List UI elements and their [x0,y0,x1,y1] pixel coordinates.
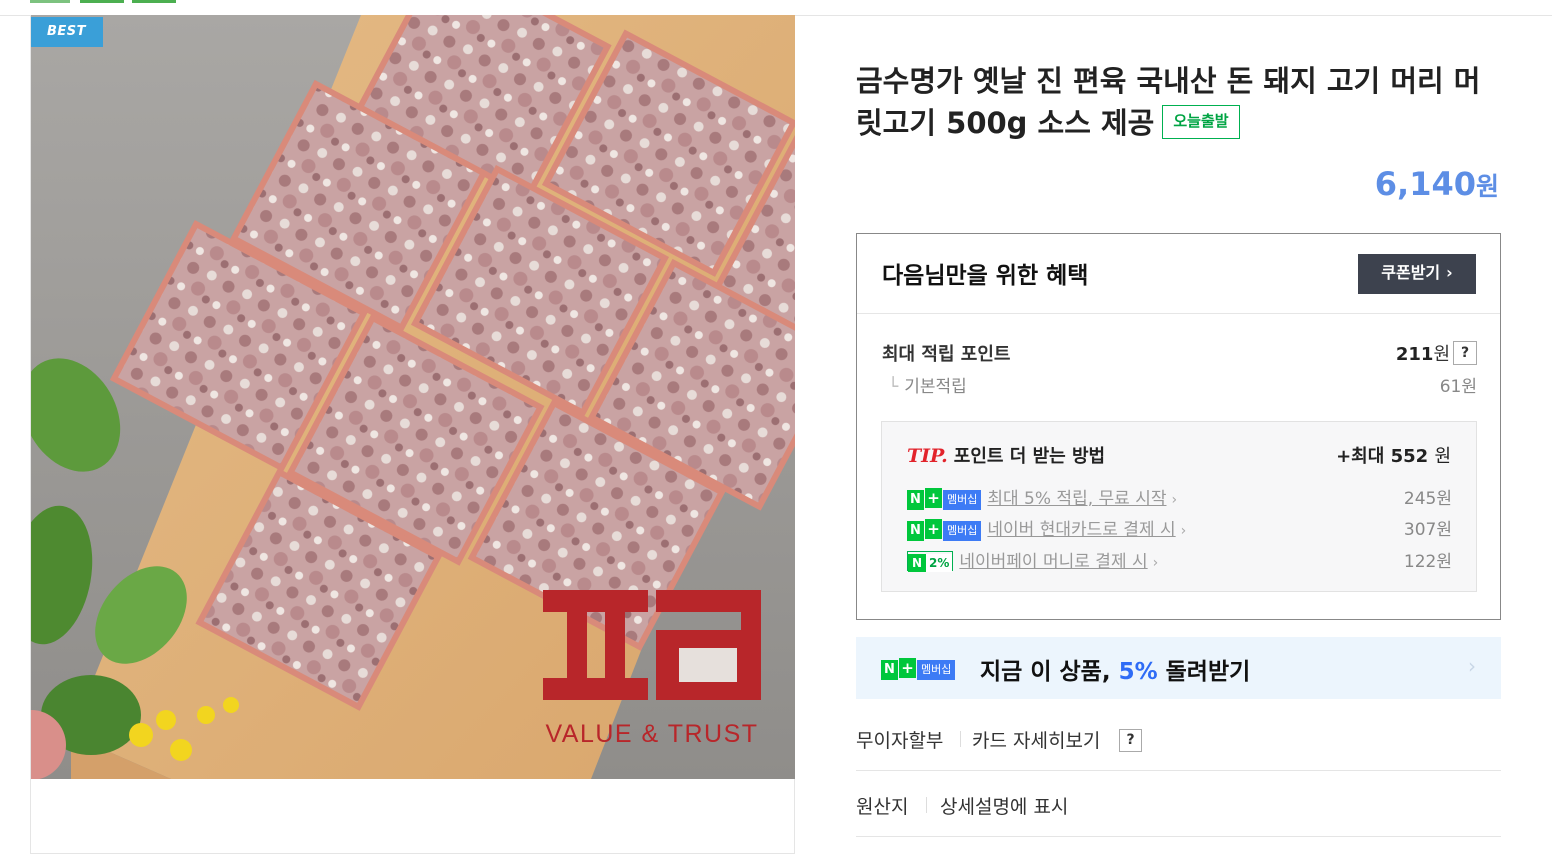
tip-max-unit: 원 [1434,446,1451,467]
help-icon[interactable]: ? [1119,729,1142,752]
product-gallery: BEST VALUE & TRUST [30,15,795,854]
basic-points-value: 61원 [1439,377,1477,397]
product-photo[interactable]: BEST VALUE & TRUST [31,15,795,779]
plus-icon: + [925,518,942,539]
naver-n-icon: N [907,520,924,541]
promo-text: 지금 이 상품, 5% 돌려받기 [980,652,1250,686]
installment-row: 무이자할부 카드 자세히보기 ? [856,705,1501,771]
brand-logo: VALUE & TRUST [541,590,763,760]
tip-box: TIP. 포인트 더 받는 방법 +최대 552 원 N + 멤버십 최대 5% 적립,… [881,421,1477,592]
tip-title: 포인트 더 받는 방법 [953,446,1106,467]
origin-row: 원산지 상세설명에 표시 [856,771,1501,837]
tip-link-text: 최대 5% 적립, 무료 시작 [987,489,1167,509]
benefit-box: 다음님만을 위한 혜택 쿠폰받기 › 최대 적립 포인트 211원 ? └ 기본적립… [856,233,1501,620]
tree-branch-icon: └ [888,377,899,397]
percent-badge-text: 2% [926,553,953,572]
tip-max-prefix: +최대 [1336,446,1385,467]
price-unit: 원 [1475,172,1499,201]
promo-text-after: 돌려받기 [1157,659,1251,685]
coupon-button-label: 쿠폰받기 [1381,263,1441,282]
tip-row-value: 122원 [1403,552,1452,572]
basic-points-label-text: 기본적립 [904,377,967,397]
benefit-header: 다음님만을 위한 혜택 쿠폰받기 › [857,234,1500,314]
max-points-row: 최대 적립 포인트 211원 ? [882,340,1477,366]
best-badge: BEST [31,17,103,47]
tip-link-membership[interactable]: 최대 5% 적립, 무료 시작 › [987,489,1177,509]
tip-row-money[interactable]: N 2% 네이버페이 머니로 결제 시 › 122원 [907,547,1452,572]
naver-n-icon: N [907,489,924,510]
divider [926,797,927,813]
max-points-amount: 211 [1395,344,1434,365]
naver-plus-membership-badge: N + 멤버십 [907,518,982,541]
membership-badge-text: 멤버십 [943,489,982,510]
brand-logo-mark [543,590,761,700]
promo-text-before: 지금 이 상품, [980,659,1119,685]
tip-link-card[interactable]: 네이버 현대카드로 결제 시 › [987,520,1186,540]
thumbnail-tab-2[interactable] [80,0,124,3]
tip-row-value: 307원 [1403,520,1452,540]
chevron-right-icon: › [1468,654,1476,678]
naver-pay-2-percent-badge: N 2% [907,550,954,572]
tip-row-value: 245원 [1403,489,1452,509]
membership-badge-text: 멤버십 [917,660,956,680]
origin-value: 상세설명에 표시 [940,796,1069,818]
brand-logo-text: VALUE & TRUST [545,720,759,748]
plus-icon: + [899,658,916,678]
chevron-right-icon: › [1180,523,1187,539]
tip-max-points: +최대 552 원 [1336,442,1451,468]
tip-row-card[interactable]: N + 멤버십 네이버 현대카드로 결제 시 › 307원 [907,515,1452,541]
naver-plus-membership-badge: N + 멤버십 [881,658,956,680]
promo-highlight: 5% [1118,659,1158,685]
tip-link-money[interactable]: 네이버페이 머니로 결제 시 › [959,552,1158,572]
shipping-badge: 오늘출발 [1162,105,1240,139]
tip-row-membership[interactable]: N + 멤버십 최대 5% 적립, 무료 시작 › 245원 [907,484,1452,510]
card-details-link[interactable]: 카드 자세히보기 [972,726,1100,753]
tip-link-text: 네이버페이 머니로 결제 시 [959,552,1148,572]
chevron-right-icon: › [1171,492,1178,508]
product-title: 금수명가 옛날 진 편육 국내산 돈 돼지 고기 머리 머릿고기 500g 소스… [856,60,1501,144]
thumbnail-tab-1[interactable] [30,0,70,3]
origin-label: 원산지 [856,796,909,818]
help-icon[interactable]: ? [1453,341,1477,365]
basic-points-row: └ 기본적립 61원 [882,372,1477,397]
max-points-unit: 원 [1433,344,1450,365]
product-info: 금수명가 옛날 진 편육 국내산 돈 돼지 고기 머리 머릿고기 500g 소스… [856,0,1501,854]
tip-label: TIP. [907,445,948,467]
plus-icon: + [925,487,942,508]
max-points-label: 최대 적립 포인트 [882,344,1011,365]
tip-heading: TIP. 포인트 더 받는 방법 [907,442,1105,468]
tip-max-value: 552 [1390,446,1429,467]
price-value: 6,140 [1374,165,1476,203]
benefit-title: 다음님만을 위한 혜택 [882,263,1089,289]
membership-promo-banner[interactable]: N + 멤버십 지금 이 상품, 5% 돌려받기 › [856,637,1501,699]
max-points-value: 211원 [1396,340,1450,366]
membership-badge-text: 멤버십 [943,520,982,541]
chevron-right-icon: › [1446,263,1453,282]
divider [960,731,961,747]
product-price: 6,140원 [1375,165,1499,203]
naver-plus-membership-badge: N + 멤버십 [907,487,982,510]
naver-n-icon: N [908,553,926,572]
naver-n-icon: N [881,660,898,680]
basic-points-label: └ 기본적립 [882,377,967,397]
thumbnail-tab-3[interactable] [132,0,176,3]
chevron-right-icon: › [1152,555,1159,571]
coupon-button[interactable]: 쿠폰받기 › [1358,254,1476,294]
tip-link-text: 네이버 현대카드로 결제 시 [987,520,1176,540]
installment-label: 무이자할부 [856,730,944,752]
